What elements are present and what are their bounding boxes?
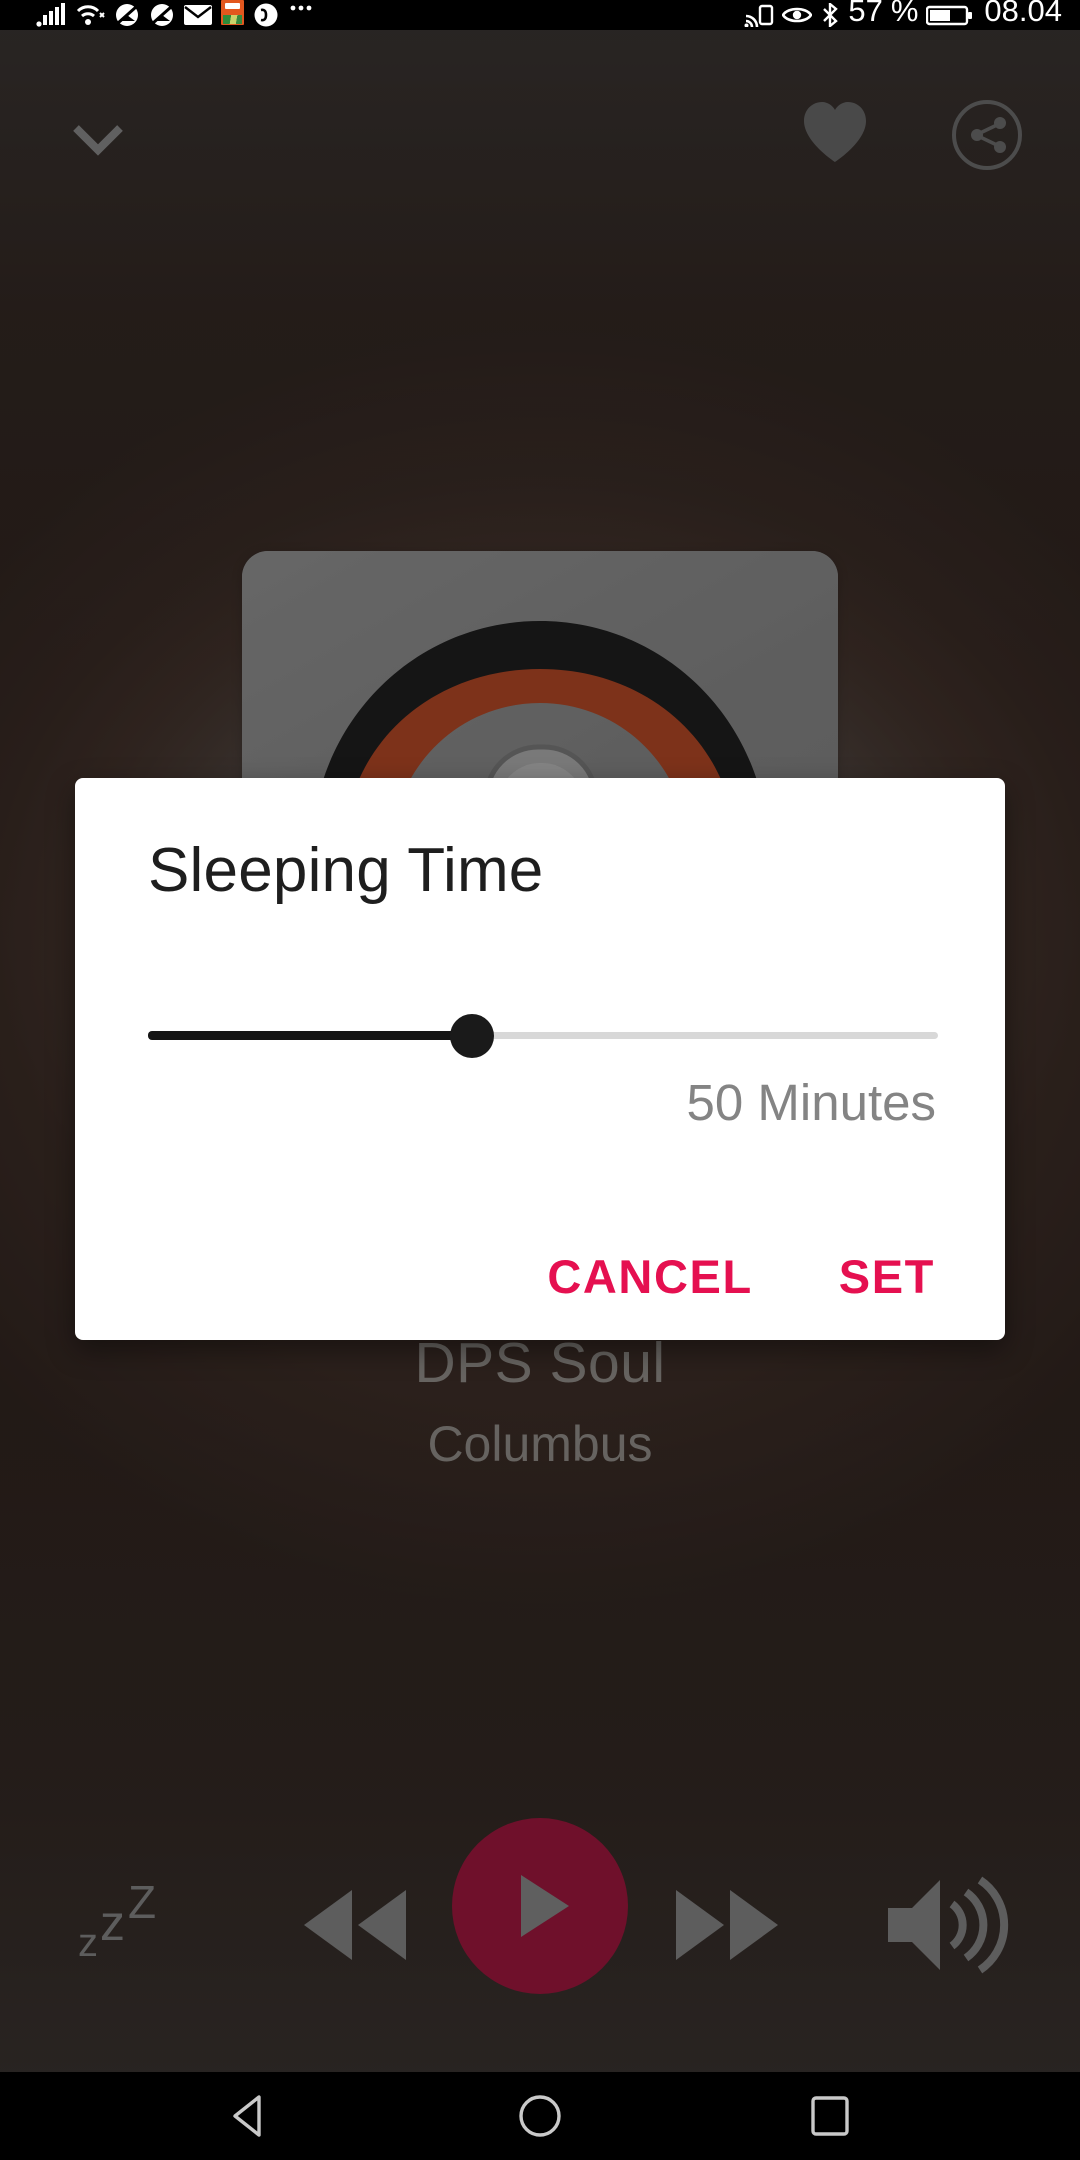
dialog-title: Sleeping Time — [148, 836, 544, 905]
dialog-actions: CANCEL SET — [535, 1235, 947, 1318]
set-button[interactable]: SET — [827, 1235, 947, 1318]
home-circle-icon[interactable] — [495, 2072, 585, 2160]
more-icons — [290, 5, 312, 11]
email-icon — [184, 5, 212, 25]
status-bar-right-icons: 57 % 08.04 — [744, 0, 1080, 30]
eye-icon — [782, 7, 813, 23]
android-nav-bar — [0, 2072, 1080, 2160]
back-triangle-icon[interactable] — [205, 2072, 295, 2160]
cancel-button[interactable]: CANCEL — [535, 1235, 764, 1318]
status-bar: 57 % 08.04 — [0, 0, 1080, 30]
wifi-icon — [76, 5, 105, 25]
battery-percent: 57 — [848, 0, 883, 28]
phone-icon — [254, 3, 278, 27]
percent-symbol: % — [890, 0, 919, 28]
slider-thumb[interactable] — [449, 1014, 494, 1058]
status-bar-clock: 08.04 — [984, 0, 1062, 28]
slider-value-label: 50 Minutes — [686, 1074, 936, 1131]
cast-icon — [744, 4, 774, 27]
sleeping-time-dialog: Sleeping Time 50 Minutes CANCEL SET — [75, 778, 1005, 1340]
recents-square-icon[interactable] — [785, 2072, 875, 2160]
ringer-muted-icon — [116, 4, 138, 26]
app-icon — [221, 0, 244, 25]
slider-track-fill — [148, 1031, 472, 1040]
phone-screen: 57 % 08.04 DPS Soul Columbus z z Z Sleep… — [0, 0, 1080, 2160]
status-bar-left-icons — [0, 0, 315, 30]
signal-bars-icon — [36, 3, 65, 27]
battery-icon — [926, 5, 973, 26]
sleep-duration-slider[interactable] — [148, 1006, 938, 1066]
vibrate-muted-icon — [151, 4, 173, 26]
bluetooth-icon — [823, 3, 839, 27]
